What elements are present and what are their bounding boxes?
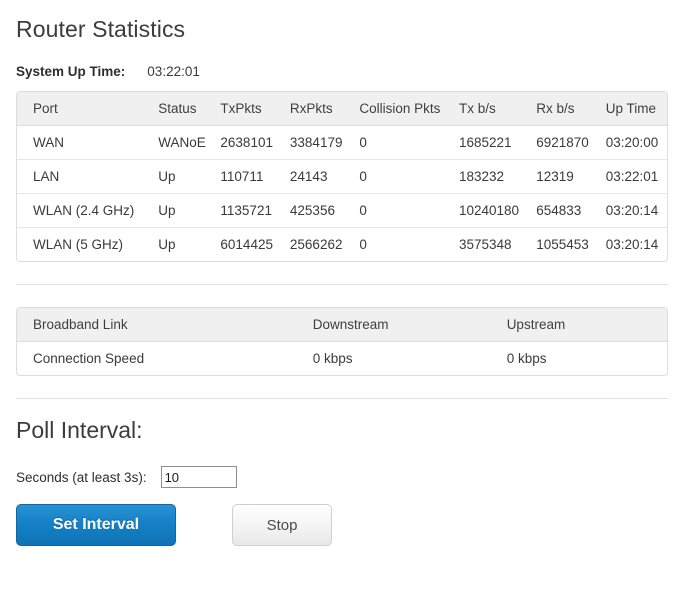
set-interval-button[interactable]: Set Interval xyxy=(16,504,176,547)
port-statistics-header: Port Status TxPkts RxPkts Collision Pkts… xyxy=(17,91,667,126)
column-header-collision: Collision Pkts xyxy=(359,91,459,126)
seconds-label: Seconds (at least 3s): xyxy=(16,469,147,485)
cell-txbs: 10240180 xyxy=(459,194,537,228)
cell-txbs: 3575348 xyxy=(459,236,512,252)
cell-port: LAN xyxy=(17,160,159,194)
cell-port: WLAN (2.4 GHz) xyxy=(17,194,159,228)
cell-rxbs: 1055453 xyxy=(536,236,589,252)
cell-status: Up xyxy=(158,236,176,252)
cell-txbs: 1685221 xyxy=(459,126,537,160)
stop-button[interactable]: Stop xyxy=(232,504,332,547)
system-uptime-value: 03:22:01 xyxy=(147,63,200,79)
column-header-uptime: Up Time xyxy=(605,91,667,126)
seconds-input[interactable] xyxy=(160,466,237,489)
section-divider-top xyxy=(16,283,668,285)
table-row: WLAN (2.4 GHz) Up 1135721 425356 0 10240… xyxy=(17,194,667,228)
cell-status: Up xyxy=(158,194,221,228)
cell-collision: 0 xyxy=(359,160,459,194)
cell-uptime: 03:22:01 xyxy=(605,160,667,194)
cell-txpkts: 110711 xyxy=(220,160,290,194)
table-row: Connection Speed 0 kbps 0 kbps xyxy=(17,342,667,375)
column-header-txpkts: TxPkts xyxy=(220,91,290,126)
page-title: Router Statistics xyxy=(16,16,186,42)
router-statistics-page: Router Statistics System Up Time: 03:22:… xyxy=(0,16,685,547)
cell-rxpkts: 425356 xyxy=(289,194,360,228)
cell-uptime: 03:20:14 xyxy=(605,194,667,228)
cell-uptime: 03:20:14 xyxy=(605,236,659,252)
cell-collision: 0 xyxy=(359,194,459,228)
cell-status: Up xyxy=(158,160,221,194)
cell-txpkts: 1135721 xyxy=(220,194,290,228)
table-row: WLAN (5 GHz) Up 6014425 2566262 0 357534… xyxy=(17,228,667,261)
cell-status: WANoE xyxy=(158,126,221,160)
broadband-link-table: Broadband Link Downstream Upstream Conne… xyxy=(16,306,668,376)
poll-interval-title: Poll Interval: xyxy=(16,416,143,443)
port-statistics-table: Port Status TxPkts RxPkts Collision Pkts… xyxy=(16,90,668,262)
broadband-section: Broadband Link Downstream Upstream Conne… xyxy=(16,306,669,376)
cell-rxpkts: 24143 xyxy=(289,160,360,194)
cell-txpkts: 2638101 xyxy=(220,126,290,160)
cell-rxbs: 12319 xyxy=(536,160,606,194)
system-uptime: System Up Time: 03:22:01 xyxy=(16,64,669,79)
column-header-rxbs: Rx b/s xyxy=(536,91,606,126)
cell-rxbs: 654833 xyxy=(536,194,606,228)
broadband-link-body: Connection Speed 0 kbps 0 kbps xyxy=(17,342,667,375)
section-divider-bottom xyxy=(16,397,668,399)
column-header-downstream: Downstream xyxy=(312,307,507,342)
table-header-row: Port Status TxPkts RxPkts Collision Pkts… xyxy=(17,91,667,126)
cell-collision: 0 xyxy=(359,126,459,160)
table-header-row: Broadband Link Downstream Upstream xyxy=(17,307,667,342)
table-row: LAN Up 110711 24143 0 183232 12319 03:22… xyxy=(17,160,667,194)
cell-downstream: 0 kbps xyxy=(312,350,353,366)
cell-link-name: Connection Speed xyxy=(33,350,145,366)
broadband-link-header: Broadband Link Downstream Upstream xyxy=(17,307,667,342)
cell-uptime: 03:20:00 xyxy=(605,126,667,160)
cell-rxpkts: 2566262 xyxy=(289,236,343,252)
column-header-status: Status xyxy=(158,91,221,126)
cell-collision: 0 xyxy=(359,236,367,252)
poll-interval-actions: Set Interval Stop xyxy=(16,504,669,547)
cell-txpkts: 6014425 xyxy=(220,236,273,252)
column-header-rxpkts: RxPkts xyxy=(289,91,360,126)
column-header-upstream: Upstream xyxy=(506,307,667,342)
port-statistics-body: WAN WANoE 2638101 3384179 0 1685221 6921… xyxy=(17,126,667,261)
poll-interval-field-row: Seconds (at least 3s): xyxy=(16,466,669,489)
cell-txbs: 183232 xyxy=(459,160,537,194)
cell-rxpkts: 3384179 xyxy=(289,126,360,160)
cell-port: WAN xyxy=(17,126,159,160)
cell-port: WLAN (5 GHz) xyxy=(33,236,124,252)
cell-rxbs: 6921870 xyxy=(536,126,606,160)
table-row: WAN WANoE 2638101 3384179 0 1685221 6921… xyxy=(17,126,667,160)
column-header-broadband-link: Broadband Link xyxy=(17,307,313,342)
system-uptime-label: System Up Time: xyxy=(16,63,126,79)
column-header-port: Port xyxy=(17,91,159,126)
column-header-txbs: Tx b/s xyxy=(459,91,537,126)
cell-upstream: 0 kbps xyxy=(506,350,547,366)
